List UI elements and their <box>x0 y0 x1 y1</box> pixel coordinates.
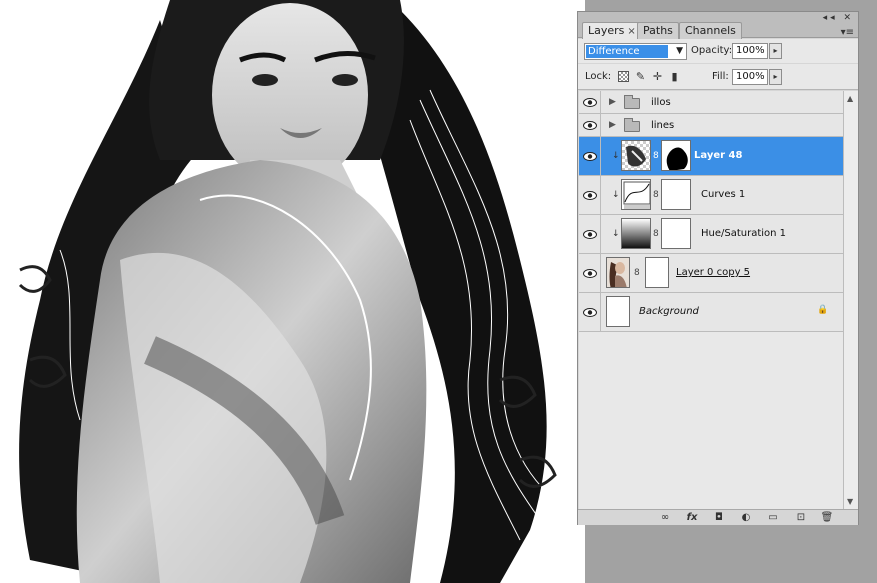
chain-icon[interactable]: 8 <box>634 268 640 278</box>
panel-menu-icon[interactable]: ▾≡ <box>841 27 854 38</box>
scroll-down-icon[interactable]: ▼ <box>847 497 853 506</box>
window-controls[interactable]: ◂◂ ✕ <box>823 13 854 23</box>
lock-position-icon[interactable]: ✛ <box>652 71 663 82</box>
layer-row-curves-1[interactable]: ↓ 8 Curves 1 <box>579 176 843 215</box>
fx-icon[interactable]: fx <box>683 511 701 524</box>
tab-paths[interactable]: Paths <box>637 22 679 39</box>
visibility-toggle[interactable] <box>579 176 601 214</box>
layer-thumbnail[interactable] <box>606 257 630 288</box>
layer-name[interactable]: Background <box>639 306 699 317</box>
blend-row: Difference ▼ Opacity: 100% ▸ <box>578 39 858 63</box>
adjustment-icon[interactable]: ◐ <box>739 511 753 524</box>
visibility-toggle[interactable] <box>579 137 601 175</box>
layer-name[interactable]: Layer 0 copy 5 <box>676 267 750 278</box>
fill-slider-button[interactable]: ▸ <box>769 69 782 85</box>
layer-name[interactable]: Hue/Saturation 1 <box>701 228 786 239</box>
expand-arrow-icon[interactable]: ▶ <box>609 97 616 107</box>
folder-icon <box>624 95 640 109</box>
visibility-toggle[interactable] <box>579 91 601 113</box>
layer-row-illos[interactable]: ▶ illos <box>579 91 843 114</box>
tab-paths-label: Paths <box>643 24 673 37</box>
fill-input[interactable]: 100% <box>732 69 768 85</box>
layer-name[interactable]: Curves 1 <box>701 189 745 200</box>
panel-tab-bar: Layers × Paths Channels ◂◂ ✕ ▾≡ <box>578 12 858 39</box>
tab-layers[interactable]: Layers × <box>582 22 642 39</box>
trash-icon[interactable]: 🗑 <box>820 511 834 524</box>
visibility-toggle[interactable] <box>579 114 601 136</box>
chevron-down-icon: ▼ <box>676 46 683 56</box>
lock-all-icon[interactable]: ▮ <box>669 71 680 82</box>
layers-empty-area[interactable] <box>579 332 843 509</box>
chain-icon[interactable]: 8 <box>653 229 659 239</box>
eye-icon <box>583 308 597 317</box>
visibility-toggle[interactable] <box>579 254 601 292</box>
layer-thumbnail[interactable] <box>621 140 651 171</box>
artwork-image <box>0 0 585 583</box>
layer-mask-thumbnail[interactable] <box>661 218 691 249</box>
opacity-input[interactable]: 100% <box>732 43 768 59</box>
layers-panel: Layers × Paths Channels ◂◂ ✕ ▾≡ Differenc… <box>577 11 859 525</box>
clipping-arrow-icon: ↓ <box>612 151 620 161</box>
mask-icon[interactable]: ◘ <box>712 511 726 524</box>
clipping-arrow-icon: ↓ <box>612 229 620 239</box>
layer-row-layer-0-copy-5[interactable]: 8 Layer 0 copy 5 <box>579 254 843 293</box>
layer-row-lines[interactable]: ▶ lines <box>579 114 843 137</box>
eye-icon <box>583 121 597 130</box>
tab-layers-label: Layers <box>588 24 625 37</box>
layer-row-hue-saturation-1[interactable]: ↓ 8 Hue/Saturation 1 <box>579 215 843 254</box>
hue-saturation-icon[interactable] <box>621 218 651 249</box>
lock-pixels-icon[interactable]: ✎ <box>635 71 646 82</box>
layers-list: ▶ illos ▶ lines ↓ 8 Layer 48 ↓ 8 Curves … <box>579 91 843 509</box>
opacity-label: Opacity: <box>691 45 733 56</box>
layers-scrollbar[interactable]: ▲ ▼ <box>843 91 858 509</box>
lock-row: Lock: ✎ ✛ ▮ Fill: 100% ▸ <box>578 64 858 90</box>
lock-transparency-icon[interactable] <box>618 71 629 82</box>
link-icon[interactable]: ∞ <box>657 511 673 524</box>
layer-mask-thumbnail[interactable] <box>645 257 669 288</box>
layer-mask-thumbnail[interactable] <box>661 140 691 171</box>
tab-channels-label: Channels <box>685 24 736 37</box>
blend-mode-select[interactable]: Difference ▼ <box>584 43 687 60</box>
layer-thumbnail[interactable] <box>606 296 630 327</box>
blend-mode-value: Difference <box>586 45 668 58</box>
eye-icon <box>583 98 597 107</box>
eye-icon <box>583 152 597 161</box>
folder-icon <box>624 118 640 132</box>
new-group-icon[interactable]: ▭ <box>766 511 780 524</box>
eye-icon <box>583 191 597 200</box>
expand-arrow-icon[interactable]: ▶ <box>609 120 616 130</box>
chain-icon[interactable]: 8 <box>653 151 659 161</box>
layer-name[interactable]: lines <box>651 120 674 131</box>
opacity-slider-button[interactable]: ▸ <box>769 43 782 59</box>
layer-name[interactable]: illos <box>651 97 671 108</box>
document-canvas[interactable] <box>0 0 585 583</box>
tab-close-icon[interactable]: × <box>627 26 635 37</box>
panel-bottom-toolbar: ∞ fx ◘ ◐ ▭ ⊡ 🗑 <box>578 509 858 525</box>
visibility-toggle[interactable] <box>579 293 601 331</box>
lock-icon: 🔒 <box>817 305 829 315</box>
visibility-toggle[interactable] <box>579 215 601 253</box>
layer-name[interactable]: Layer 48 <box>694 150 742 161</box>
clipping-arrow-icon: ↓ <box>612 190 620 200</box>
curves-icon[interactable] <box>621 179 651 210</box>
eye-icon <box>583 230 597 239</box>
eye-icon <box>583 269 597 278</box>
layer-row-layer-48[interactable]: ↓ 8 Layer 48 <box>579 137 843 176</box>
new-layer-icon[interactable]: ⊡ <box>794 511 808 524</box>
lock-label: Lock: <box>585 71 612 82</box>
tab-channels[interactable]: Channels <box>679 22 742 39</box>
fill-label: Fill: <box>712 71 729 82</box>
layer-mask-thumbnail[interactable] <box>661 179 691 210</box>
chain-icon[interactable]: 8 <box>653 190 659 200</box>
scroll-up-icon[interactable]: ▲ <box>847 94 853 103</box>
layer-row-background[interactable]: Background 🔒 <box>579 293 843 332</box>
